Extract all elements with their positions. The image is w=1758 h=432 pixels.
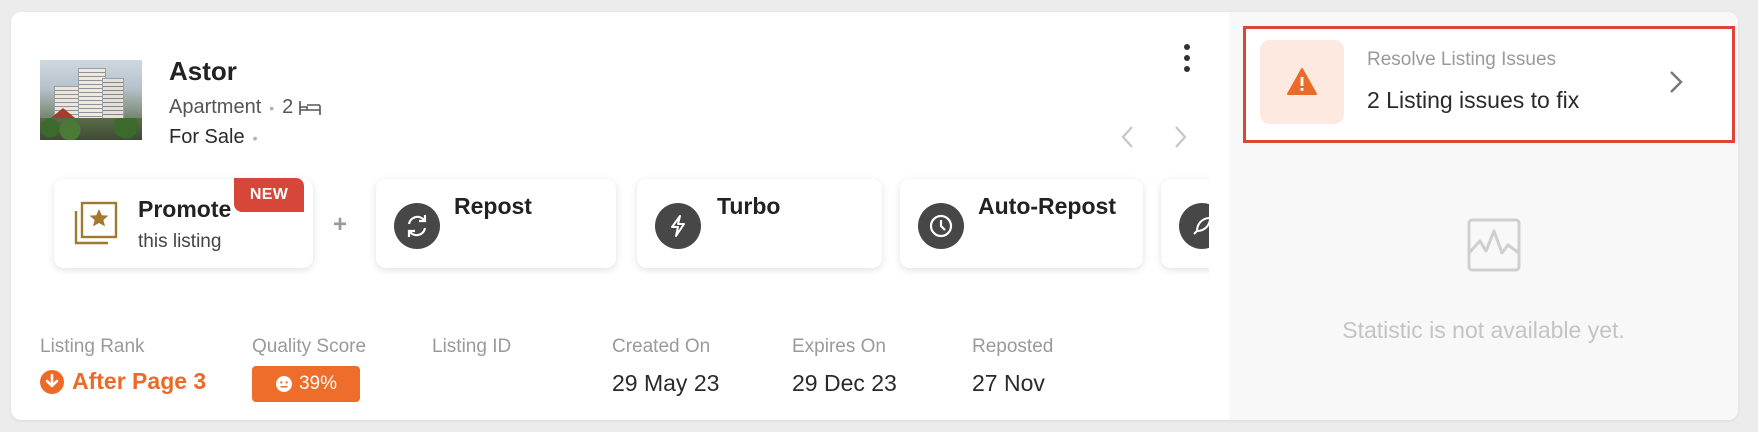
quality-score-label: Quality Score xyxy=(252,336,367,357)
more-vertical-icon[interactable] xyxy=(1177,40,1197,76)
arrow-down-circle-icon xyxy=(40,369,64,394)
quality-score-badge[interactable]: 39% xyxy=(252,366,360,402)
statistics-empty-text: Statistic is not available yet. xyxy=(1342,317,1625,343)
chevron-right-icon xyxy=(1670,71,1683,93)
created-on-label: Created On xyxy=(612,336,711,357)
listing-main: Astor Apartment • 2 For Sale • Promote t… xyxy=(11,12,1229,420)
quality-score-value: 39% xyxy=(298,373,338,394)
repost-button[interactable]: Repost xyxy=(376,179,616,268)
action-tiles: Promote this listing NEW + Repost Turbo … xyxy=(40,169,1209,275)
warning-icon-wrap xyxy=(1260,40,1344,124)
listing-rank: Listing Rank After Page 3 xyxy=(40,336,206,395)
quality-score: Quality Score 39% xyxy=(252,336,366,402)
bedroom-count: 2 xyxy=(282,96,294,118)
listing-rank-value: After Page 3 xyxy=(72,368,207,394)
separator-dot: • xyxy=(269,99,275,116)
separator-dot: • xyxy=(252,129,258,146)
chevron-left-icon[interactable] xyxy=(1117,122,1139,152)
promote-sublabel: this listing xyxy=(138,231,222,252)
turbo-button[interactable]: Turbo xyxy=(637,179,882,268)
listing-rank-value-wrap[interactable]: After Page 3 xyxy=(40,368,206,395)
new-badge: NEW xyxy=(234,178,304,212)
created-on-value: 29 May 23 xyxy=(612,370,720,396)
expires-on: Expires On 29 Dec 23 xyxy=(792,336,897,397)
property-type: Apartment xyxy=(169,96,262,118)
listing-thumbnail[interactable] xyxy=(40,60,142,140)
created-on: Created On 29 May 23 xyxy=(612,336,719,397)
listing-status-line: For Sale • xyxy=(169,126,258,149)
star-gallery-icon xyxy=(74,201,118,245)
auto-repost-button[interactable]: Auto-Repost xyxy=(900,179,1143,268)
expires-on-value: 29 Dec 23 xyxy=(792,370,897,396)
warning-icon xyxy=(1287,68,1317,95)
reposted-value: 27 Nov xyxy=(972,370,1045,396)
listing-id: Listing ID xyxy=(432,336,511,370)
boost-button[interactable] xyxy=(1161,179,1209,268)
chevron-right-icon[interactable] xyxy=(1169,122,1191,152)
reposted-label: Reposted xyxy=(972,336,1054,357)
issues-text: 2 Listing issues to fix xyxy=(1367,87,1580,113)
chart-icon xyxy=(1467,218,1521,272)
repost-label: Repost xyxy=(454,193,532,219)
bed-icon xyxy=(299,100,322,115)
listing-meta: Apartment • 2 xyxy=(169,96,322,119)
listing-card: Astor Apartment • 2 For Sale • Promote t… xyxy=(11,12,1738,420)
reposted: Reposted 27 Nov xyxy=(972,336,1053,397)
issues-title: Resolve Listing Issues xyxy=(1367,49,1557,70)
listing-status: For Sale xyxy=(169,126,245,148)
promote-label: Promote xyxy=(138,196,232,222)
turbo-label: Turbo xyxy=(717,193,781,219)
auto-repost-label: Auto-Repost xyxy=(978,193,1116,219)
listing-title[interactable]: Astor xyxy=(169,56,237,87)
plus-icon: + xyxy=(333,211,348,238)
lightning-icon xyxy=(655,203,701,249)
face-icon xyxy=(275,376,292,392)
expires-on-label: Expires On xyxy=(792,336,886,357)
refresh-icon xyxy=(394,203,440,249)
listing-id-label: Listing ID xyxy=(432,336,512,357)
rocket-icon xyxy=(1179,203,1209,249)
clock-icon xyxy=(918,203,964,249)
resolve-issues-card[interactable]: Resolve Listing Issues 2 Listing issues … xyxy=(1243,26,1735,143)
listing-rank-label: Listing Rank xyxy=(40,336,145,357)
statistics-panel: Resolve Listing Issues 2 Listing issues … xyxy=(1229,12,1738,420)
